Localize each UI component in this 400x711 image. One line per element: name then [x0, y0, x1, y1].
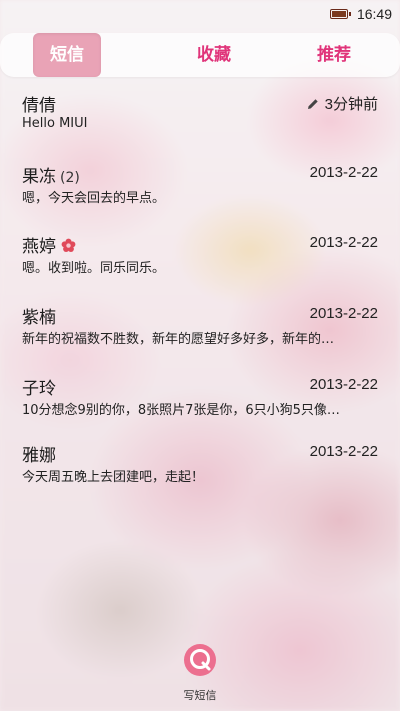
contact-name: 紫楠	[22, 308, 56, 328]
conversation-item[interactable]: 紫楠 2013-2-22 新年的祝福数不胜数，新年的愿望好多好多，新年的…	[0, 297, 400, 355]
conversation-item[interactable]: 倩倩 3分钟前 Hello MIUI	[0, 85, 400, 143]
contact-name: 倩倩	[22, 96, 56, 116]
message-time: 2013-2-22	[309, 305, 378, 322]
status-bar: 16:49	[0, 0, 400, 30]
draft-pencil-icon	[307, 99, 318, 109]
message-preview: 今天周五晚上去团建吧，走起！	[22, 470, 205, 485]
conversation-item[interactable]: 燕婷 2013-2-22 嗯。收到啦。同乐同乐。	[0, 226, 400, 284]
compose-label: 写短信	[183, 689, 217, 702]
contact-name: 子玲	[22, 379, 56, 399]
tab-recommended[interactable]: 推荐	[290, 33, 378, 77]
conversation-item[interactable]: 果冻 (2) 2013-2-22 嗯，今天会回去的早点。	[0, 156, 400, 214]
message-preview: 新年的祝福数不胜数，新年的愿望好多好多，新年的…	[22, 332, 335, 347]
message-time: 2013-2-22	[309, 234, 378, 251]
message-time: 2013-2-22	[309, 164, 378, 181]
message-preview: 嗯，今天会回去的早点。	[22, 191, 166, 206]
compose-button[interactable]: 写短信	[170, 643, 230, 707]
tab-favorites[interactable]: 收藏	[160, 33, 268, 77]
status-clock: 16:49	[356, 6, 392, 22]
conversation-item[interactable]: 子玲 2013-2-22 10分想念9别的你，8张照片7张是你，6只小狗5只像…	[0, 368, 400, 426]
battery-icon	[330, 9, 351, 19]
message-preview: Hello MIUI	[22, 116, 88, 131]
compose-message-icon	[184, 644, 216, 676]
unread-count: (2)	[60, 170, 80, 186]
message-time: 2013-2-22	[309, 443, 378, 460]
message-time: 3分钟前	[307, 93, 378, 114]
flower-icon	[61, 238, 76, 253]
contact-name: 雅娜	[22, 446, 56, 466]
conversation-item[interactable]: 雅娜 2013-2-22 今天周五晚上去团建吧，走起！	[0, 435, 400, 493]
message-preview: 10分想念9别的你，8张照片7张是你，6只小狗5只像…	[22, 403, 340, 418]
message-preview: 嗯。收到啦。同乐同乐。	[22, 261, 166, 276]
message-time: 2013-2-22	[309, 376, 378, 393]
contact-name: 果冻 (2)	[22, 167, 80, 187]
contact-name: 燕婷	[22, 232, 76, 257]
tab-bar: 短信 收藏 推荐	[0, 33, 400, 77]
tab-sms[interactable]: 短信	[33, 33, 101, 77]
